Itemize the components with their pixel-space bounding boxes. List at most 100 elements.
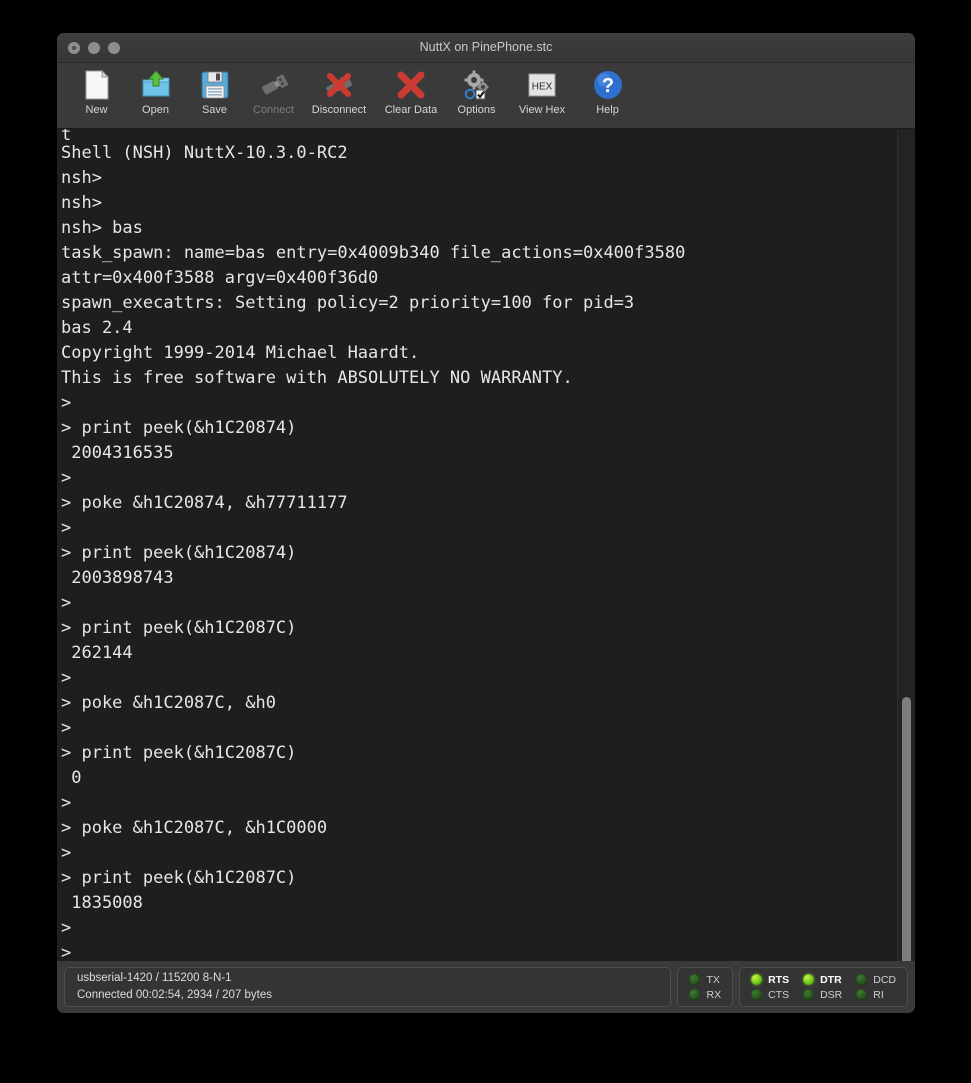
new-document-icon — [82, 68, 112, 102]
traffic-light-group — [68, 42, 120, 54]
terminal-line: Copyright 1999-2014 Michael Haardt. — [61, 343, 420, 363]
led-indicator-icon — [751, 989, 763, 1000]
terminal-line: > — [61, 793, 72, 813]
terminal-line: nsh> — [61, 168, 102, 188]
led-dtr: DTR — [803, 974, 842, 986]
svg-text:HEX: HEX — [532, 82, 553, 93]
terminal-line: spawn_execattrs: Setting policy=2 priori… — [61, 293, 635, 313]
led-label: TX — [706, 973, 720, 986]
maximize-window-button[interactable] — [108, 42, 120, 54]
terminal-line: task_spawn: name=bas entry=0x4009b340 fi… — [61, 243, 686, 263]
led-ri: RI — [856, 989, 896, 1001]
terminal-line: This is free software with ABSOLUTELY NO… — [61, 368, 573, 388]
save-floppy-icon — [200, 68, 230, 102]
serial-terminal-window: NuttX on PinePhone.stc New Open Save Con… — [57, 33, 915, 1013]
led-rx: RX — [689, 989, 721, 1001]
led-cts: CTS — [751, 989, 789, 1001]
terminal-scrollbar-track[interactable] — [897, 129, 915, 961]
led-label: RTS — [768, 973, 790, 986]
led-indicator-icon — [856, 989, 868, 1000]
terminal-output[interactable]: t Shell (NSH) NuttX-10.3.0-RC2 nsh> nsh> nsh… — [57, 129, 898, 961]
hex-view-icon: HEX — [525, 68, 559, 102]
disconnect-button[interactable]: Disconnect — [303, 68, 375, 116]
led-label: DSR — [820, 988, 843, 1001]
modem-led-panel: RTS CTS DTR DSR DCD RI — [739, 967, 908, 1007]
terminal-line: > — [61, 943, 72, 961]
connection-info-panel: usbserial-1420 / 115200 8-N-1 Connected … — [64, 967, 672, 1007]
connect-button-label: Connect — [253, 104, 294, 116]
terminal-line: Shell (NSH) NuttX-10.3.0-RC2 — [61, 143, 348, 163]
terminal-line: > print peek(&h1C20874) — [61, 543, 297, 563]
terminal-line: > — [61, 843, 72, 863]
view-hex-button-label: View Hex — [518, 104, 566, 116]
terminal-line: 2004316535 — [61, 443, 174, 463]
terminal-line: 1835008 — [61, 893, 143, 913]
save-button-label: Save — [201, 104, 228, 116]
terminal-line: > print peek(&h1C2087C) — [61, 743, 297, 763]
help-button[interactable]: ? Help — [578, 68, 637, 116]
led-indicator-icon — [751, 974, 763, 985]
connect-button[interactable]: Connect — [244, 68, 303, 116]
usb-disconnect-icon — [322, 68, 356, 102]
save-button[interactable]: Save — [185, 68, 244, 116]
open-button-label: Open — [142, 104, 169, 116]
led-label: CTS — [768, 988, 790, 1001]
connection-status-line: Connected 00:02:54, 2934 / 207 bytes — [77, 989, 273, 1001]
terminal-line: > poke &h1C20874, &h77711177 — [61, 493, 348, 513]
modem-led-grid: RTS CTS DTR DSR DCD RI — [751, 974, 896, 1001]
help-button-label: Help — [596, 104, 619, 116]
led-dcd: DCD — [856, 974, 896, 986]
serial-port-line: usbserial-1420 / 115200 8-N-1 — [77, 972, 232, 984]
terminal-line: 0 — [61, 768, 82, 788]
clear-data-button[interactable]: Clear Data — [375, 68, 447, 116]
led-label: DCD — [873, 973, 896, 986]
led-label: DTR — [820, 973, 842, 986]
terminal-line: > poke &h1C2087C, &h0 — [61, 693, 276, 713]
red-x-icon — [395, 68, 427, 102]
status-bar: usbserial-1420 / 115200 8-N-1 Connected … — [57, 961, 915, 1013]
usb-connect-icon — [258, 68, 290, 102]
terminal-line: t — [61, 129, 72, 141]
window-title: NuttX on PinePhone.stc — [419, 40, 553, 54]
options-button[interactable]: Options — [447, 68, 506, 116]
open-button[interactable]: Open — [126, 68, 185, 116]
txrx-led-grid: TX RX — [689, 974, 721, 1001]
terminal-line: > — [61, 468, 72, 488]
terminal-line: attr=0x400f3588 argv=0x400f36d0 — [61, 268, 379, 288]
led-indicator-icon — [803, 974, 815, 985]
led-indicator-icon — [689, 974, 701, 985]
terminal-line: > — [61, 393, 72, 413]
led-indicator-icon — [803, 989, 815, 1000]
disconnect-button-label: Disconnect — [311, 104, 367, 116]
terminal-scrollbar-thumb[interactable] — [902, 697, 911, 961]
terminal-line: > — [61, 668, 72, 688]
terminal-line: > print peek(&h1C2087C) — [61, 868, 297, 888]
led-rts: RTS — [751, 974, 789, 986]
led-dsr: DSR — [803, 989, 842, 1001]
help-question-icon: ? — [592, 68, 624, 102]
window-titlebar[interactable]: NuttX on PinePhone.stc — [57, 33, 915, 63]
led-label: RX — [706, 988, 722, 1001]
terminal-area: t Shell (NSH) NuttX-10.3.0-RC2 nsh> nsh> nsh… — [57, 129, 915, 961]
minimize-window-button[interactable] — [88, 42, 100, 54]
new-button-label: New — [85, 104, 108, 116]
terminal-line: > print peek(&h1C20874) — [61, 418, 297, 438]
options-button-label: Options — [457, 104, 496, 116]
led-label: RI — [873, 988, 884, 1001]
new-button[interactable]: New — [67, 68, 126, 116]
open-folder-icon — [140, 68, 172, 102]
clear-data-button-label: Clear Data — [384, 104, 438, 116]
view-hex-button[interactable]: HEX View Hex — [506, 68, 578, 116]
terminal-line: > — [61, 918, 72, 938]
txrx-led-panel: TX RX — [677, 967, 734, 1007]
terminal-line: nsh> bas — [61, 218, 143, 238]
close-window-button[interactable] — [68, 42, 80, 54]
terminal-line: > — [61, 593, 72, 613]
led-indicator-icon — [689, 989, 701, 1000]
terminal-line: nsh> — [61, 193, 102, 213]
led-tx: TX — [689, 974, 721, 986]
terminal-line: > — [61, 518, 72, 538]
svg-text:?: ? — [601, 75, 613, 97]
gear-options-icon — [461, 68, 493, 102]
terminal-line: 2003898743 — [61, 568, 174, 588]
